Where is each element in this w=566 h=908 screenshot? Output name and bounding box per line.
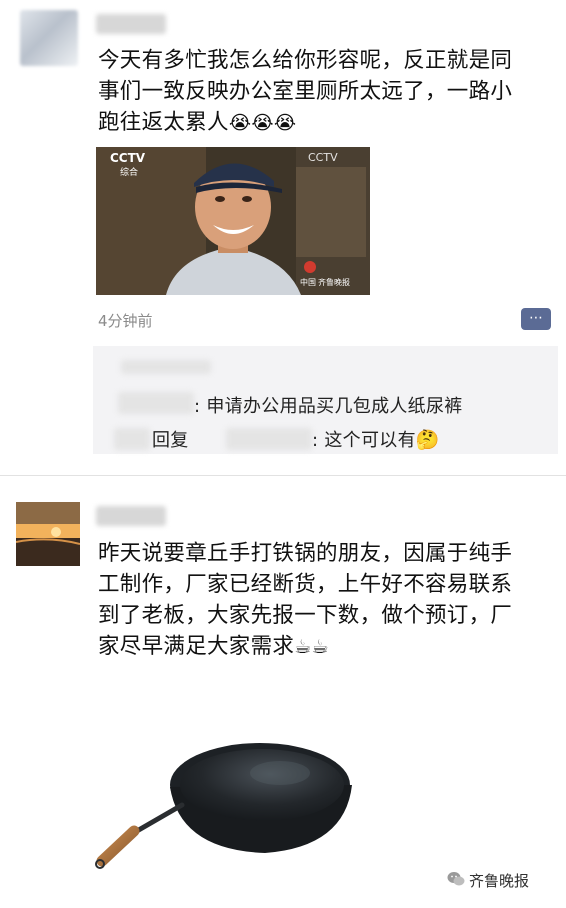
watermark-text: 齐鲁晚报 bbox=[469, 872, 530, 890]
comment2-reply-label: 回复 bbox=[152, 430, 189, 451]
comment2-body: : 这个可以有 bbox=[312, 430, 416, 451]
video-badge-sub: 齐鲁晚报 bbox=[318, 278, 350, 287]
post1-line2: 事们一致反映办公室里厕所太远了，一路小 bbox=[98, 79, 513, 104]
likes-row-blurred bbox=[121, 360, 211, 374]
post2-text: 昨天说要章丘手打铁锅的朋友，因属于纯手 工制作，厂家已经断货，上午好不容易联系 … bbox=[98, 538, 546, 663]
video-badge: 中国 bbox=[300, 278, 316, 287]
username-post2[interactable] bbox=[96, 506, 166, 526]
cctv-logo: CCTV bbox=[110, 151, 146, 165]
cctv-corner-logo: CCTV bbox=[308, 151, 338, 164]
comment2-text: : 这个可以有🤔 bbox=[312, 426, 440, 452]
post2-line2: 工制作，厂家已经断货，上午好不容易联系 bbox=[98, 572, 513, 597]
avatar-post2[interactable] bbox=[16, 502, 80, 566]
wok-image[interactable] bbox=[90, 715, 410, 885]
post2-line4: 家尽早满足大家需求 bbox=[98, 634, 295, 659]
cctv-badge-icon bbox=[304, 261, 316, 273]
post1-time: 4分钟前 bbox=[98, 312, 153, 330]
thinking-emoji: 🤔 bbox=[415, 429, 440, 451]
post1-line1: 今天有多忙我怎么给你形容呢，反正就是同 bbox=[98, 48, 513, 73]
wechat-icon bbox=[447, 871, 465, 887]
post-divider bbox=[0, 475, 566, 476]
video-thumbnail[interactable]: CCTV 综合 CCTV 中国 齐鲁晚报 bbox=[96, 147, 370, 295]
coffee-emoji: ☕☕ bbox=[294, 636, 329, 658]
post2-line1: 昨天说要章丘手打铁锅的朋友，因属于纯手 bbox=[98, 541, 513, 566]
crying-laughing-emoji: 😭😭😭 bbox=[228, 112, 297, 134]
avatar-post1[interactable] bbox=[20, 10, 78, 66]
post1-text: 今天有多忙我怎么给你形容呢，反正就是同 事们一致反映办公室里厕所太远了，一路小 … bbox=[98, 45, 546, 139]
commenter2-name[interactable] bbox=[114, 428, 150, 450]
post1-line3: 跑往返太累人 bbox=[98, 110, 229, 135]
comment1-text: : 申请办公用品买几包成人纸尿裤 bbox=[194, 396, 463, 417]
cctv-channel-label: 综合 bbox=[120, 168, 139, 178]
post1-line3-wrap: 跑往返太累人😭😭😭 bbox=[98, 107, 546, 139]
post2-line4-wrap: 家尽早满足大家需求☕☕ bbox=[98, 631, 546, 663]
sunset-avatar-image bbox=[16, 502, 80, 566]
reply-target-name[interactable] bbox=[226, 428, 312, 450]
more-options-icon[interactable]: ⋯ bbox=[521, 308, 551, 330]
username-post1[interactable] bbox=[96, 14, 166, 34]
post2-line3: 到了老板，大家先报一下数，做个预订，厂 bbox=[98, 603, 513, 628]
commenter1-name[interactable] bbox=[118, 392, 194, 414]
